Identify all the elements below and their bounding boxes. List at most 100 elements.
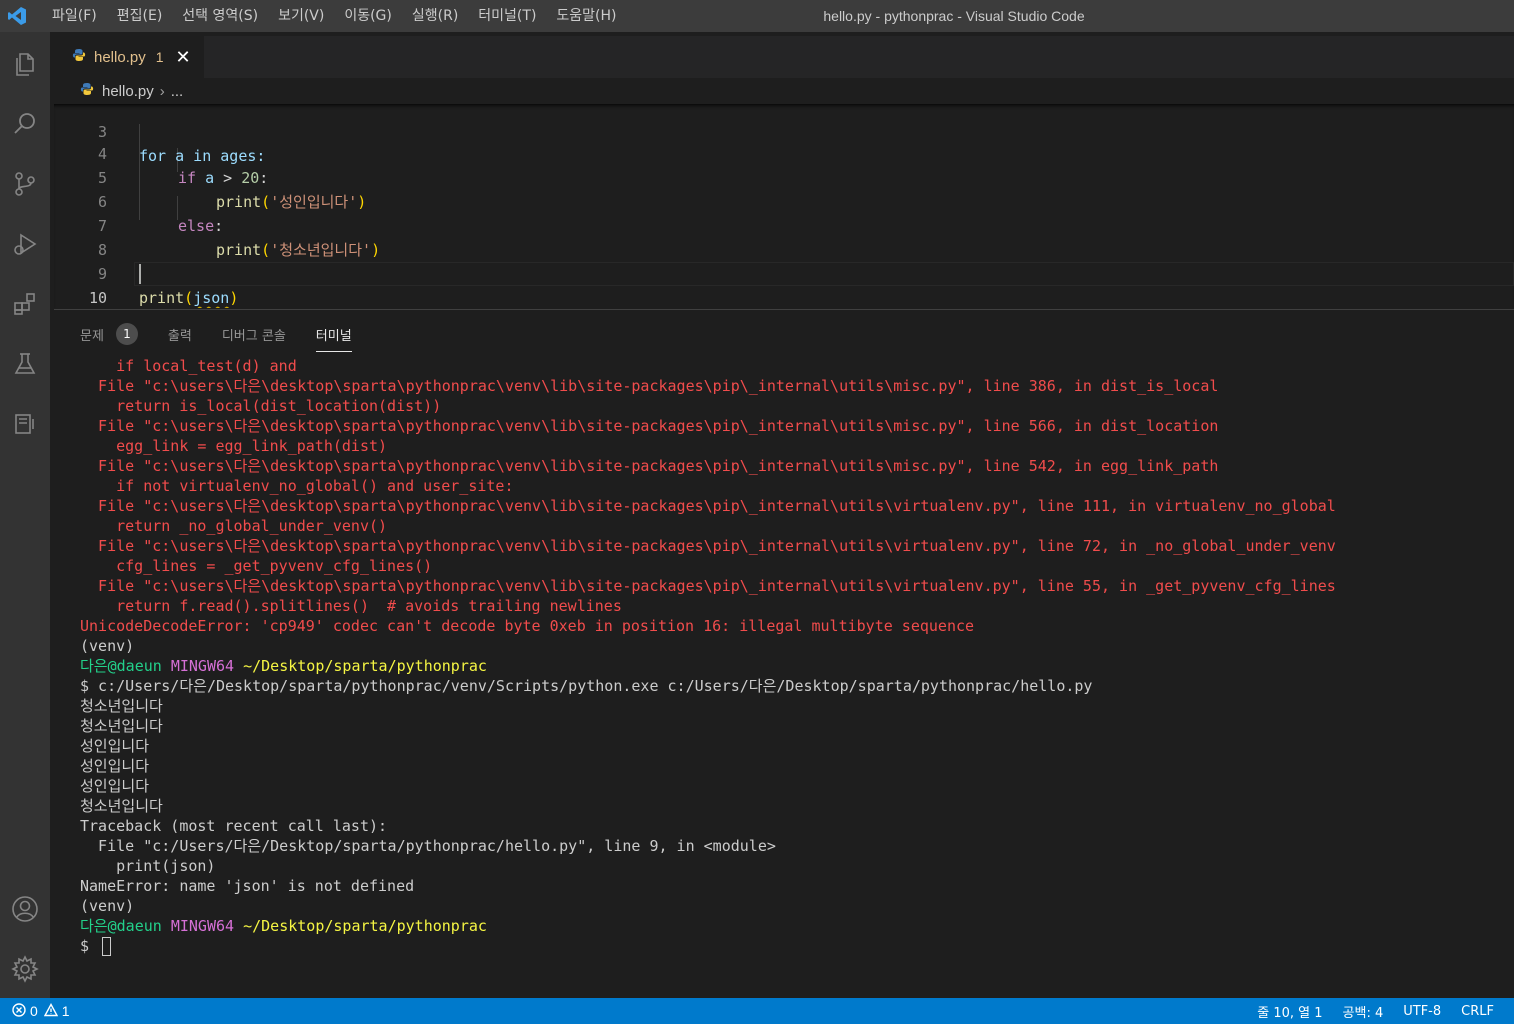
tab-problem-badge: 1 <box>155 49 164 65</box>
terminal-line: 청소년입니다 <box>80 697 163 715</box>
warning-icon <box>43 1002 58 1020</box>
code-line-7: 7 print('청소년입니다') <box>54 190 1514 259</box>
breadcrumb: hello.py › ... <box>54 78 1514 104</box>
encoding[interactable]: UTF-8 <box>1403 1004 1441 1019</box>
testing-icon[interactable] <box>0 340 50 388</box>
chevron-right-icon: › <box>159 82 165 100</box>
code-line-5: 5 print('성인입니다') <box>54 142 1514 211</box>
tab-terminal-label: 터미널 <box>315 328 352 344</box>
warning-count: 1 <box>61 1003 70 1019</box>
terminal-output[interactable]: if local_test(d) and File "c:\users\다은\d… <box>80 356 1500 956</box>
source-control-icon[interactable] <box>0 160 50 208</box>
terminal-line: File "c:\users\다은\desktop\sparta\pythonp… <box>80 537 1336 555</box>
tab-output[interactable]: 출력 <box>168 318 192 350</box>
code-line-10: 10 <box>54 262 1514 307</box>
terminal-line: File "c:/Users/다은/Desktop/sparta/pythonp… <box>80 837 776 855</box>
terminal-line: (venv) <box>80 897 135 915</box>
code-line-4: 4 if a > 20: <box>54 118 1514 187</box>
python-file-icon <box>72 48 86 67</box>
tab-label: hello.py <box>94 48 146 66</box>
code-line-9: 9 print(json) <box>54 238 1514 307</box>
terminal-line: NameError: name 'json' is not defined <box>80 877 415 895</box>
settings-gear-icon[interactable] <box>0 945 50 993</box>
prompt-symbol: $ <box>80 937 99 955</box>
tab-debug-label: 디버그 콘솔 <box>221 328 286 344</box>
tab-output-label: 출력 <box>167 328 192 344</box>
terminal-line: 청소년입니다 <box>80 717 163 735</box>
code-line-11: 11 <box>54 286 1514 308</box>
menu-edit[interactable]: 편집(E) <box>107 0 173 32</box>
terminal-line: 성인입니다 <box>80 737 150 755</box>
terminal-line: File "c:\users\다은\desktop\sparta\pythonp… <box>80 457 1219 475</box>
bottom-panel: 문제 1 출력 디버그 콘솔 터미널 if local_test(d) and … <box>54 309 1514 998</box>
terminal-line: return f.read().splitlines() # avoids tr… <box>80 597 622 615</box>
status-right: 줄 10, 열 1 공백: 4 UTF-8 CRLF <box>1257 1002 1514 1021</box>
prompt-host: MINGW64 <box>170 917 235 935</box>
terminal-line: if local_test(d) and <box>80 357 297 375</box>
text-cursor <box>139 264 141 284</box>
run-debug-icon[interactable] <box>0 220 50 268</box>
tab-terminal[interactable]: 터미널 <box>315 318 352 352</box>
breadcrumb-symbol[interactable]: ... <box>171 83 184 100</box>
prompt-path: ~/Desktop/sparta/pythonprac <box>243 657 487 675</box>
status-bar: 0 1 줄 10, 열 1 공백: 4 UTF-8 CRLF <box>0 998 1514 1024</box>
terminal-cursor <box>102 937 112 956</box>
menu-terminal[interactable]: 터미널(T) <box>468 0 546 32</box>
menu-bar: 파일(F) 편집(E) 선택 영역(S) 보기(V) 이동(G) 실행(R) 터… <box>42 0 627 32</box>
tab-hello-py[interactable]: hello.py 1 ✕ <box>54 36 204 78</box>
code-editor[interactable]: 3 for a in ages: 4 if a > 20: 5 print('성… <box>54 104 1514 308</box>
remote-explorer-icon[interactable] <box>0 400 50 448</box>
problems-status[interactable]: 0 1 <box>0 1002 70 1020</box>
terminal-line: $ c:/Users/다은/Desktop/sparta/pythonprac/… <box>80 677 1093 695</box>
tab-problems[interactable]: 문제 1 <box>80 318 138 350</box>
terminal-line: 성인입니다 <box>80 777 150 795</box>
menu-help[interactable]: 도움말(H) <box>546 0 626 32</box>
terminal-line: File "c:\users\다은\desktop\sparta\pythonp… <box>80 497 1336 515</box>
tab-debug-console[interactable]: 디버그 콘솔 <box>222 318 286 350</box>
terminal-line: if not virtualenv_no_global() and user_s… <box>80 477 514 495</box>
problems-count-badge: 1 <box>115 323 138 345</box>
explorer-icon[interactable] <box>0 40 50 88</box>
menu-view[interactable]: 보기(V) <box>268 0 334 32</box>
menu-go[interactable]: 이동(G) <box>334 0 402 32</box>
code-line-8: 8 <box>54 214 1514 259</box>
terminal-line: cfg_lines = _get_pyvenv_cfg_lines() <box>80 557 433 575</box>
menu-file[interactable]: 파일(F) <box>42 0 107 32</box>
title-bar: 파일(F) 편집(E) 선택 영역(S) 보기(V) 이동(G) 실행(R) 터… <box>0 0 1514 32</box>
activity-bar <box>0 32 50 998</box>
terminal-line: File "c:\users\다은\desktop\sparta\pythonp… <box>80 577 1336 595</box>
tab-problems-label: 문제 <box>80 328 104 344</box>
terminal-line: return _no_global_under_venv() <box>80 517 388 535</box>
terminal-line: egg_link = egg_link_path(dist) <box>80 437 388 455</box>
terminal-line: File "c:\users\다은\desktop\sparta\pythonp… <box>80 417 1219 435</box>
terminal-prompt: 다은@daeun MINGW64 ~/Desktop/sparta/python… <box>80 916 1500 936</box>
terminal-line: File "c:\users\다은\desktop\sparta\pythonp… <box>80 377 1219 395</box>
breadcrumb-file[interactable]: hello.py <box>102 83 154 100</box>
prompt-user: 다은@daeun <box>80 657 162 675</box>
search-icon[interactable] <box>0 100 50 148</box>
menu-run[interactable]: 실행(R) <box>402 0 468 32</box>
terminal-line: UnicodeDecodeError: 'cp949' codec can't … <box>80 617 975 635</box>
extensions-icon[interactable] <box>0 280 50 328</box>
code-line-6: 6 else: <box>54 166 1514 235</box>
prompt-host: MINGW64 <box>170 657 235 675</box>
error-count: 0 <box>30 1003 38 1019</box>
terminal-line: 성인입니다 <box>80 757 150 775</box>
terminal-input-line[interactable]: $ <box>80 936 1500 956</box>
close-icon[interactable]: ✕ <box>176 47 191 68</box>
cursor-position[interactable]: 줄 10, 열 1 <box>1257 1002 1322 1021</box>
account-icon[interactable] <box>0 885 50 933</box>
editor-tabs: hello.py 1 ✕ <box>54 36 1514 78</box>
vscode-logo-icon <box>2 0 32 32</box>
prompt-user: 다은@daeun <box>80 917 162 935</box>
menu-selection[interactable]: 선택 영역(S) <box>172 0 268 32</box>
terminal-line: print(json) <box>80 857 216 875</box>
end-of-line[interactable]: CRLF <box>1461 1004 1494 1019</box>
terminal-line: Traceback (most recent call last): <box>80 817 388 835</box>
indentation[interactable]: 공백: 4 <box>1343 1002 1384 1021</box>
terminal-line: (venv) <box>80 637 135 655</box>
prompt-path: ~/Desktop/sparta/pythonprac <box>243 917 487 935</box>
terminal-line: 청소년입니다 <box>80 797 163 815</box>
panel-tabs: 문제 1 출력 디버그 콘솔 터미널 <box>80 318 382 352</box>
python-file-icon <box>80 82 94 100</box>
